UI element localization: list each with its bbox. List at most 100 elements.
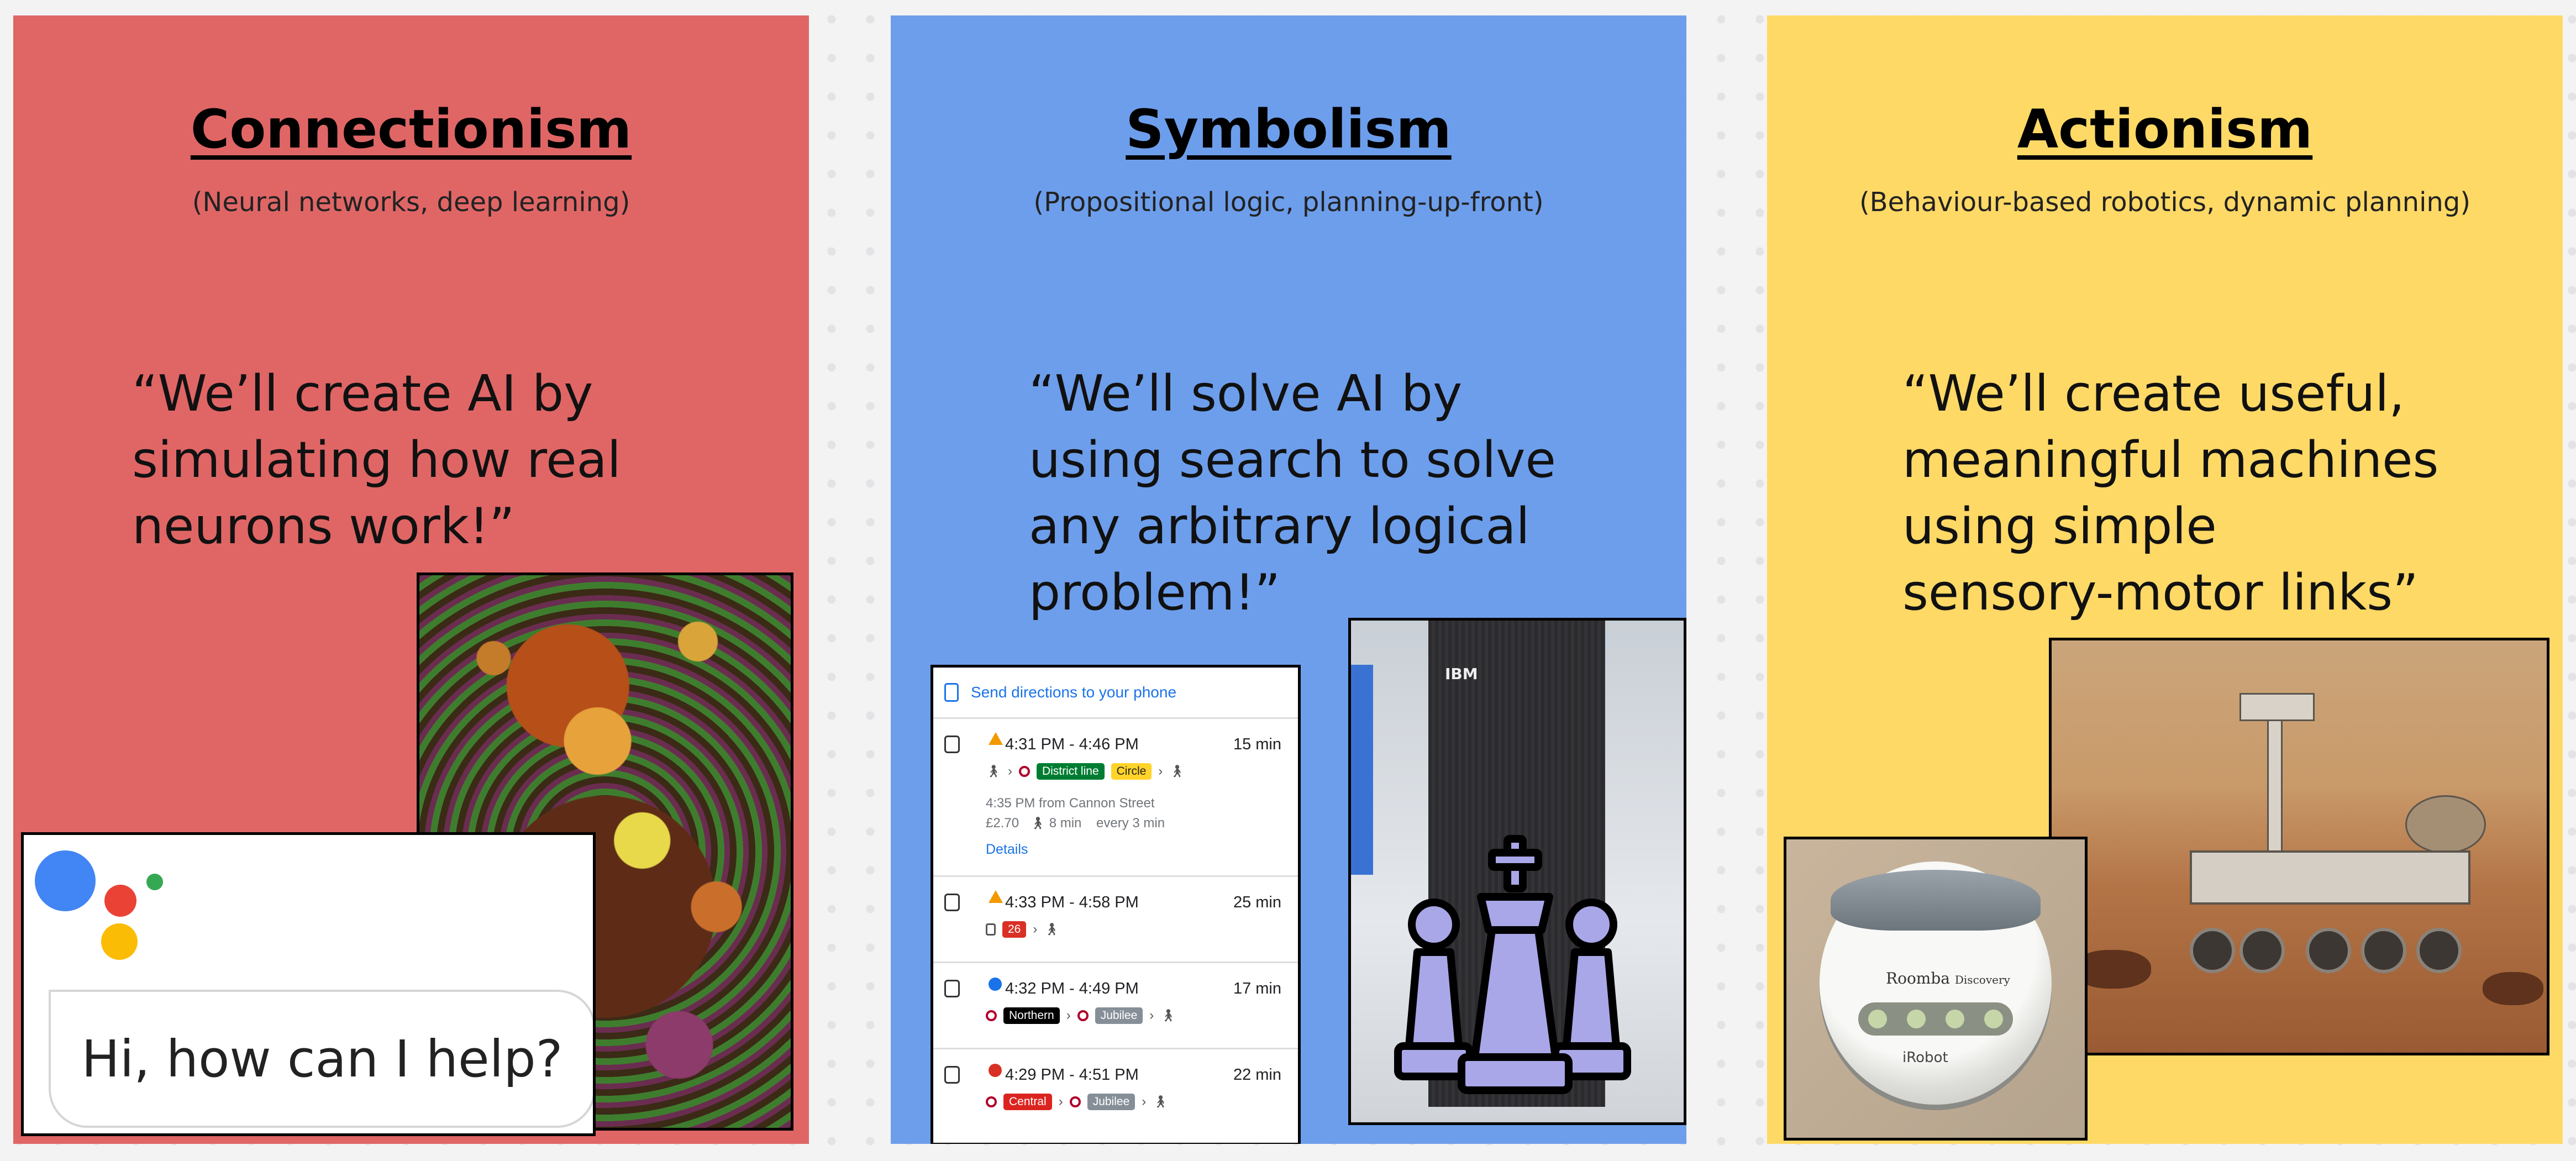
route-time: 4:33 PM - 4:58 PM <box>1005 894 1139 911</box>
chevron-right-icon: › <box>1058 1094 1063 1109</box>
panel-connectionism: Connectionism (Neural networks, deep lea… <box>13 15 809 1144</box>
info-icon <box>989 978 1002 991</box>
route-option[interactable]: 4:32 PM - 4:49 PM 17 min Northern › Jubi… <box>933 963 1298 1049</box>
walk-icon: 🚶︎ <box>1030 816 1046 830</box>
details-link[interactable]: Details <box>986 842 1028 858</box>
walk-icon: 🚶︎ <box>1169 764 1185 778</box>
chevron-right-icon: › <box>1007 764 1012 779</box>
bus-badge: 26 <box>1002 921 1027 938</box>
chevron-right-icon: › <box>1033 922 1038 937</box>
underground-icon <box>1018 766 1030 777</box>
rover-wheel <box>2239 928 2285 973</box>
panel-actionism: Actionism (Behaviour-based robotics, dyn… <box>1767 15 2563 1144</box>
panel-quote: “We’ll create useful, meaningful machine… <box>1902 365 2439 622</box>
send-to-phone-icon <box>944 683 959 702</box>
roomba-body: Roomba Discovery iRobot <box>1820 861 2052 1105</box>
panel-title: Actionism <box>2017 98 2313 160</box>
rover-mast <box>2267 707 2283 859</box>
walk-icon: 🚶︎ <box>1044 922 1060 936</box>
walk-icon: 🚶︎ <box>1153 1095 1169 1109</box>
roomba-brand: Roomba Discovery <box>1886 969 2010 987</box>
bus-icon <box>986 923 996 936</box>
panel-title: Symbolism <box>1126 98 1452 160</box>
walk-time: 8 min <box>1049 816 1082 831</box>
rover-body <box>2190 850 2470 905</box>
rover-camera-head <box>2239 693 2315 721</box>
route-duration: 25 min <box>1233 894 1281 911</box>
maps-directions-card: Send directions to your phone 4:31 PM - … <box>930 665 1301 1144</box>
walk-icon: 🚶︎ <box>1160 1008 1176 1022</box>
send-directions-link[interactable]: Send directions to your phone <box>933 668 1298 719</box>
underground-icon <box>986 1096 997 1107</box>
roomba-button <box>1946 1010 1964 1028</box>
route-option[interactable]: 4:31 PM - 4:46 PM 15 min 🚶︎ › District l… <box>933 719 1298 877</box>
rock <box>2483 972 2543 1005</box>
route-duration: 17 min <box>1233 980 1281 997</box>
alert-icon <box>989 1064 1002 1077</box>
route-detail: 4:35 PM from Cannon Street £2.70 🚶︎ 8 mi… <box>986 794 1165 833</box>
panel-quote: “We’ll solve AI by using search to solve… <box>1029 365 1556 622</box>
roomba-brand-name: Roomba <box>1886 969 1950 987</box>
route-steps: 🚶︎ › District line Circle › 🚶︎ <box>986 763 1185 780</box>
panel-subtitle: (Behaviour-based robotics, dynamic plann… <box>1859 187 2471 218</box>
assistant-green-dot <box>146 874 163 890</box>
line-badge: Jubilee <box>1095 1007 1143 1024</box>
walk-icon: 🚶︎ <box>986 764 1001 778</box>
roomba-bumper <box>1831 870 2041 931</box>
roomba-button <box>1907 1010 1926 1028</box>
assistant-card: Hi, how can I help? <box>21 832 596 1136</box>
warning-icon <box>989 732 1003 745</box>
line-badge: District line <box>1036 763 1105 780</box>
chevron-right-icon: › <box>1142 1094 1147 1109</box>
chevron-right-icon: › <box>1149 1008 1154 1023</box>
transit-icon <box>944 894 960 911</box>
roomba-button <box>1984 1010 2003 1028</box>
line-badge: Northern <box>1003 1007 1060 1024</box>
chevron-right-icon: › <box>1158 764 1163 779</box>
fare: £2.70 <box>986 816 1019 831</box>
warning-icon <box>989 890 1003 903</box>
roomba-maker: iRobot <box>1902 1049 1948 1066</box>
line-badge: Jubilee <box>1087 1094 1135 1110</box>
transit-icon <box>944 1066 960 1084</box>
fare-info: £2.70 🚶︎ 8 min every 3 min <box>986 813 1165 833</box>
underground-icon <box>1077 1010 1089 1021</box>
route-duration: 22 min <box>1233 1066 1281 1084</box>
line-badge: Central <box>1003 1094 1052 1110</box>
rover-wheel <box>2306 928 2351 973</box>
chess-pieces-icon <box>1394 835 1631 1094</box>
frequency: every 3 min <box>1096 816 1165 831</box>
panel-quote: “We’ll create AI by simulating how real … <box>132 365 621 555</box>
roomba-photo: Roomba Discovery iRobot <box>1784 837 2088 1141</box>
mars-rover-photo <box>2049 638 2549 1055</box>
rover-wheel <box>2190 928 2235 973</box>
assistant-blue-dot <box>35 850 96 911</box>
route-time: 4:31 PM - 4:46 PM <box>1005 736 1139 753</box>
route-steps: 26 › 🚶︎ <box>986 921 1059 938</box>
route-time: 4:32 PM - 4:49 PM <box>1005 980 1139 997</box>
route-time: 4:29 PM - 4:51 PM <box>1005 1066 1139 1084</box>
panel-symbolism: Symbolism (Propositional logic, planning… <box>891 15 1686 1144</box>
route-steps: Central › Jubilee › 🚶︎ <box>986 1094 1168 1110</box>
chevron-right-icon: › <box>1066 1008 1071 1023</box>
assistant-yellow-dot <box>101 923 138 960</box>
roomba-buttons <box>1858 1002 2013 1036</box>
panel-title: Connectionism <box>190 98 632 160</box>
deep-blue-photo: IBM <box>1348 618 1686 1125</box>
route-duration: 15 min <box>1233 736 1281 753</box>
line-badge: Circle <box>1111 763 1152 780</box>
route-option[interactable]: 4:33 PM - 4:58 PM 25 min 26 › 🚶︎ <box>933 877 1298 963</box>
send-directions-label: Send directions to your phone <box>971 684 1177 701</box>
route-option[interactable]: 4:29 PM - 4:51 PM 22 min Central › Jubil… <box>933 1049 1298 1132</box>
rover-wheel <box>2361 928 2406 973</box>
roomba-model: Discovery <box>1954 973 2010 986</box>
route-steps: Northern › Jubilee › 🚶︎ <box>986 1007 1176 1024</box>
assistant-red-dot <box>104 885 136 917</box>
rover-antenna-dish <box>2405 795 2486 854</box>
underground-icon <box>986 1010 997 1021</box>
departure-info: 4:35 PM from Cannon Street <box>986 796 1155 811</box>
roomba-button <box>1868 1010 1887 1028</box>
panel-subtitle: (Propositional logic, planning-up-front) <box>1033 187 1544 218</box>
panel-subtitle: (Neural networks, deep learning) <box>192 187 630 218</box>
underground-icon <box>1069 1096 1081 1107</box>
